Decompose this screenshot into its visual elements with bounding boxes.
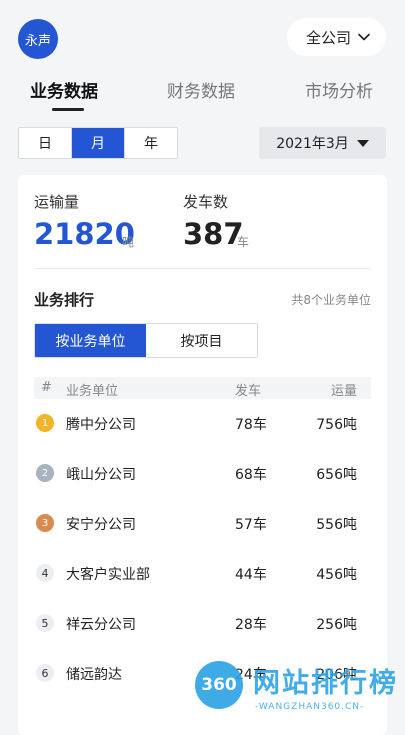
month-dropdown[interactable]: 2021年3月 [259,127,386,159]
period-year-button[interactable]: 年 [125,128,177,158]
table-row[interactable]: 4 大客户实业部 44车 456吨 [34,547,371,597]
tab-market-analysis[interactable]: 市场分析 [305,77,373,102]
row-unit: 腾中分公司 [66,417,136,433]
row-volume: 456吨 [316,567,357,583]
row-unit: 祥云分公司 [66,617,136,633]
row-volume: 556吨 [316,517,357,533]
row-departures: 78车 [235,417,267,433]
company-selector[interactable]: 全公司 [287,18,386,56]
month-dropdown-value: 2021年3月 [276,136,349,152]
rank-medal-silver: 2 [36,464,54,482]
rank-number: 5 [36,614,54,632]
transport-volume-value: 21820 [34,217,135,251]
tab-bar: 业务数据 财务数据 市场分析 [0,72,405,112]
rank-number: 4 [36,564,54,582]
row-unit: 安宁分公司 [66,517,136,533]
top-bar: 永声 全公司 [0,0,405,72]
transport-volume-unit: 吨 [122,235,135,249]
departures-label: 发车数 [183,193,229,211]
ranking-count: 共8个业务单位 [291,293,371,307]
by-business-unit-button[interactable]: 按业务单位 [35,324,146,357]
departures-unit: 车 [237,235,250,249]
departures-value: 387 [183,217,244,251]
row-departures: 44车 [235,567,267,583]
ranking-table-header: # 业务单位 发车 运量 [34,377,371,399]
col-rank: # [41,380,52,395]
tab-business-data[interactable]: 业务数据 [30,77,98,102]
row-unit: 峨山分公司 [66,467,136,483]
row-volume: 206吨 [316,667,357,683]
period-selector: 日 月 年 [18,127,178,159]
transport-volume-label: 运输量 [34,193,80,211]
tab-finance-data[interactable]: 财务数据 [167,77,235,102]
caret-down-icon [356,139,369,147]
avatar[interactable]: 永声 [18,19,58,59]
by-project-button[interactable]: 按项目 [146,324,257,357]
table-row[interactable]: 5 祥云分公司 28车 256吨 [34,597,371,647]
business-data-card: 运输量 21820 吨 发车数 387 车 业务排行 共8个业务单位 按业务单位… [18,175,387,735]
row-volume: 756吨 [316,417,357,433]
rank-medal-gold: 1 [36,414,54,432]
period-month-button[interactable]: 月 [72,128,125,158]
period-day-button[interactable]: 日 [19,128,72,158]
tab-active-indicator [52,108,84,111]
row-unit: 大客户实业部 [66,567,150,583]
row-departures: 68车 [235,467,267,483]
row-departures: 28车 [235,617,267,633]
row-departures: 24车 [235,667,267,683]
rank-medal-bronze: 3 [36,514,54,532]
table-row[interactable]: 2 峨山分公司 68车 656吨 [34,447,371,497]
company-selector-label: 全公司 [305,28,351,47]
row-unit: 储远韵达 [66,667,122,683]
table-row[interactable]: 1 腾中分公司 78车 756吨 [34,397,371,447]
divider [34,268,371,269]
chevron-down-icon [358,33,370,41]
row-departures: 57车 [235,517,267,533]
ranking-title: 业务排行 [34,291,95,309]
table-row[interactable]: 6 储远韵达 24车 206吨 [34,647,371,697]
row-volume: 256吨 [316,617,357,633]
row-volume: 656吨 [316,467,357,483]
ranking-mode-toggle: 按业务单位 按项目 [34,323,258,358]
table-row[interactable]: 3 安宁分公司 57车 556吨 [34,497,371,547]
rank-number: 6 [36,664,54,682]
